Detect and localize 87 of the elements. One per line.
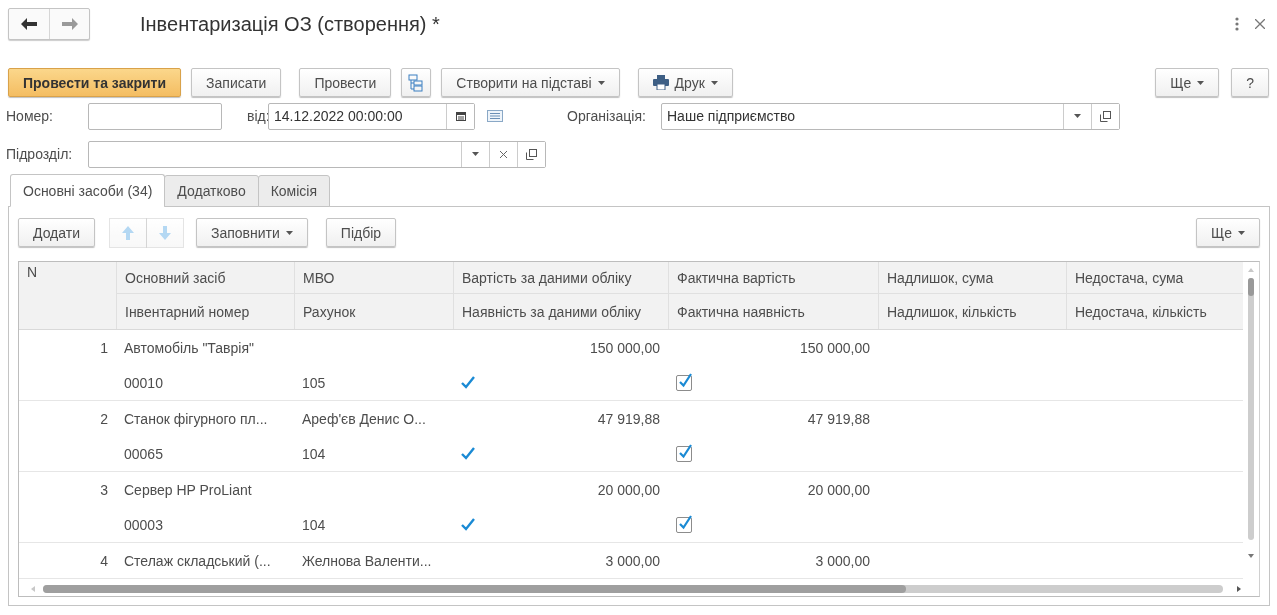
calendar-icon: [455, 111, 466, 121]
arrow-right-icon: [61, 18, 78, 30]
table-cell-text: 1: [99, 338, 109, 358]
table-cell-text: 2: [99, 409, 109, 429]
toolbar-button[interactable]: Підбір: [325, 218, 397, 247]
table-cell-text: 150 000,00: [588, 338, 661, 358]
open-window-icon: [1100, 110, 1111, 122]
table-cell-text: 00003: [123, 515, 164, 535]
tab[interactable]: Основні засоби (34): [10, 174, 166, 207]
toolbar-button[interactable]: Записати: [191, 68, 282, 97]
table-cell-text: 3 000,00: [604, 551, 661, 571]
table-cell-text: Автомобіль "Таврія": [123, 338, 255, 358]
column-header[interactable]: Вартість за даними обліку: [453, 262, 668, 294]
printer-icon: [652, 75, 669, 90]
column-header[interactable]: Фактична наявність: [668, 294, 878, 329]
menu-button[interactable]: Заповнити: [196, 218, 308, 247]
caret-icon: [710, 80, 718, 85]
table-cell-text: 150 000,00: [798, 338, 871, 358]
table-cell-text: Станок фігурного пл...: [123, 409, 269, 429]
checkbox[interactable]: [676, 516, 692, 533]
table-cell-text: 47 919,88: [596, 409, 661, 429]
structure-icon: [408, 73, 425, 92]
calendar-button[interactable]: [446, 103, 474, 129]
field-label: Підрозділ:: [6, 146, 74, 162]
list-icon[interactable]: [487, 110, 503, 122]
table-cell-text: Стелаж складський (...: [123, 551, 272, 571]
help-button[interactable]: ?: [1231, 68, 1269, 97]
post-and-close-button[interactable]: Провести та закрити: [8, 68, 182, 97]
checkbox[interactable]: [676, 445, 692, 462]
caret-icon: [1197, 80, 1205, 85]
field-label: від:: [247, 108, 268, 124]
tab[interactable]: Додатково: [164, 175, 259, 207]
column-header[interactable]: Наявність за даними обліку: [453, 294, 668, 329]
caret-icon: [597, 80, 605, 85]
print-button[interactable]: Друк: [637, 68, 733, 97]
column-header[interactable]: Надлишок, кількість: [878, 294, 1066, 329]
table-cell-text: Сервер HP ProLiant: [123, 480, 253, 500]
table-cell-text: Ареф'єв Денис О...: [301, 409, 427, 429]
column-header[interactable]: Основний засіб: [116, 262, 294, 294]
table-cell-text: 104: [301, 444, 327, 464]
close-button[interactable]: [1255, 19, 1265, 29]
window-title: Інвентаризація ОЗ (створення) *: [140, 12, 441, 36]
caret-icon: [472, 152, 479, 156]
close-icon: [500, 150, 507, 158]
caret-icon: [1074, 114, 1081, 118]
checkbox[interactable]: [676, 374, 692, 391]
table-cell-text: 3 000,00: [814, 551, 871, 571]
open-button[interactable]: [1091, 103, 1119, 129]
toolbar-button[interactable]: Додати: [18, 218, 95, 247]
tab[interactable]: Комісія: [257, 175, 331, 207]
menu-button[interactable]: Створити на підставі: [441, 68, 620, 97]
open-window-icon: [526, 148, 537, 160]
close-icon: [1255, 19, 1265, 29]
kebab-menu-icon: [1235, 17, 1239, 31]
more-actions-button[interactable]: [1235, 17, 1239, 31]
table-cell-text: 20 000,00: [596, 480, 661, 500]
table-cell-text: 105: [301, 373, 327, 393]
date-field[interactable]: 14.12.2022 00:00:00: [268, 102, 475, 130]
number-field[interactable]: [88, 102, 222, 130]
column-header[interactable]: Рахунок: [294, 294, 453, 329]
table-cell-text: 00065: [123, 444, 164, 464]
arrow-up-icon: [121, 225, 135, 241]
column-header[interactable]: N: [19, 262, 116, 329]
department-field[interactable]: [88, 140, 546, 168]
table-cell-text: 20 000,00: [806, 480, 871, 500]
organization-field[interactable]: Наше підприємство: [661, 102, 1120, 130]
caret-icon: [1238, 230, 1245, 235]
column-header[interactable]: Фактична вартість: [668, 262, 878, 294]
table-cell-text: 3: [99, 480, 109, 500]
structure-button[interactable]: [401, 68, 432, 97]
column-header[interactable]: Інвентарний номер: [116, 294, 294, 329]
menu-button[interactable]: Ще: [1155, 68, 1220, 97]
open-button[interactable]: [517, 141, 545, 167]
field-label: Номер:: [6, 108, 54, 124]
table-cell-text: 4: [99, 551, 109, 571]
column-header[interactable]: МВО: [294, 262, 453, 294]
table-cell-text: 104: [301, 515, 327, 535]
column-header[interactable]: Надлишок, сума: [878, 262, 1066, 294]
menu-button[interactable]: Ще: [1196, 218, 1260, 247]
table-cell-text: 00010: [123, 373, 164, 393]
table-cell-text: 47 919,88: [806, 409, 871, 429]
field-label: Організація:: [567, 108, 647, 124]
caret-icon: [285, 230, 293, 235]
table-cell-text: Желнова Валенти...: [301, 551, 433, 571]
arrow-left-icon: [21, 18, 37, 30]
toolbar-button[interactable]: Провести: [299, 68, 392, 97]
arrow-down-icon: [158, 225, 172, 241]
